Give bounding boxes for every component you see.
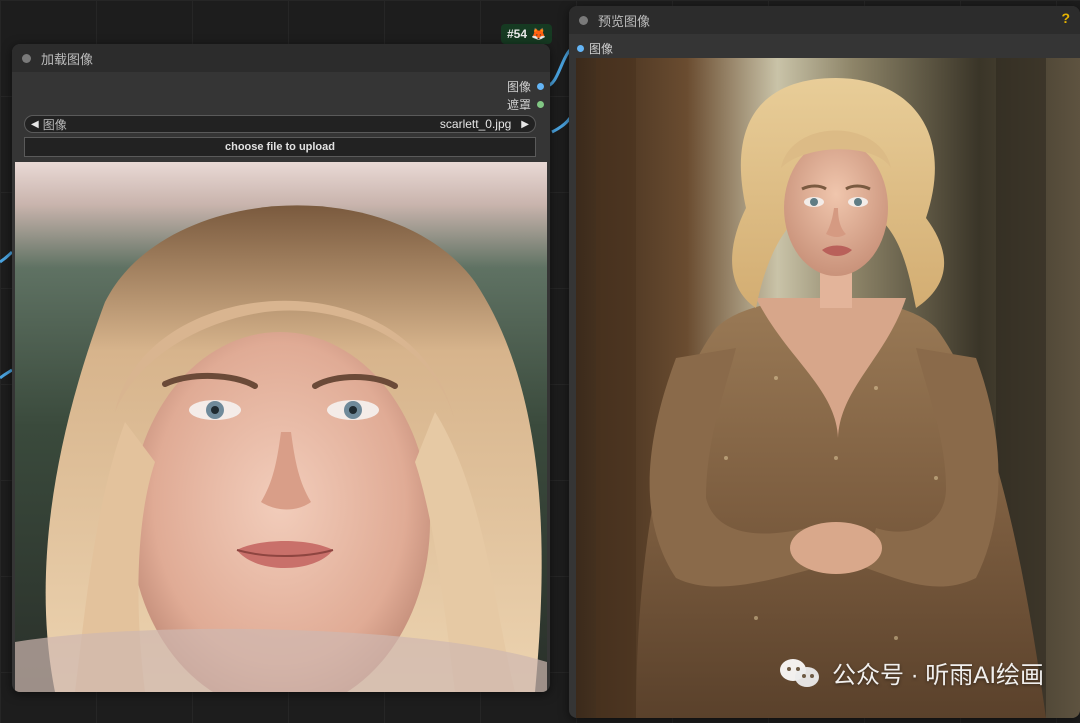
link-left-bottom [0,368,13,380]
image-file-combo[interactable]: ◀ 图像 scarlett_0.jpg ▶ [24,115,536,133]
node-canvas[interactable]: #54 🦊 加载图像 图像 遮罩 ◀ 图像 scarlett_0.jpg ▶ c… [0,0,1080,723]
help-icon[interactable]: ? [1061,10,1070,26]
input-image-label: 图像 [589,42,614,56]
node-id-label: #54 [507,27,528,41]
link-right-mid [551,117,572,134]
preview-node-title: 预览图像 [598,13,651,29]
next-arrow-icon[interactable]: ▶ [521,119,529,130]
input-image[interactable]: 图像 [577,40,613,57]
watermark: 公众号 · 听雨AI绘画 [779,655,1044,690]
link-left-top [0,250,14,264]
preview-image-node[interactable]: 预览图像 ? 图像 公众号 · 听雨AI绘画 [569,6,1080,718]
node-id-badge: #54 🦊 [501,24,552,44]
watermark-text: 公众号 · 听雨AI绘画 [831,662,1044,689]
preview-title-bar[interactable]: 预览图像 ? [569,6,1080,34]
node-title-bar[interactable]: 加载图像 [12,44,550,72]
prev-arrow-icon[interactable]: ◀ [31,119,39,130]
portrait-image [15,162,547,692]
collapse-dot-icon[interactable] [22,53,31,63]
node-title: 加载图像 [41,51,94,67]
output-mask-label: 遮罩 [506,98,531,112]
input-image-socket-icon[interactable] [577,45,584,52]
generated-portrait-image [576,58,1080,718]
loaded-image-preview [15,162,547,692]
output-image-label: 图像 [506,80,531,94]
upload-button[interactable]: choose file to upload [24,137,536,157]
collapse-dot-icon[interactable] [579,15,588,25]
fox-icon: 🦊 [531,27,546,41]
preview-image-area: 公众号 · 听雨AI绘画 [576,58,1080,718]
image-combo-label: 图像 [42,117,67,132]
image-combo-value: scarlett_0.jpg [439,117,512,131]
output-mask-socket-icon[interactable] [537,101,544,108]
load-image-node[interactable]: 加载图像 图像 遮罩 ◀ 图像 scarlett_0.jpg ▶ choose … [12,44,550,692]
output-mask[interactable]: 遮罩 [507,96,544,113]
wechat-icon [779,657,822,689]
output-image-socket-icon[interactable] [537,83,544,90]
output-image[interactable]: 图像 [507,78,544,95]
